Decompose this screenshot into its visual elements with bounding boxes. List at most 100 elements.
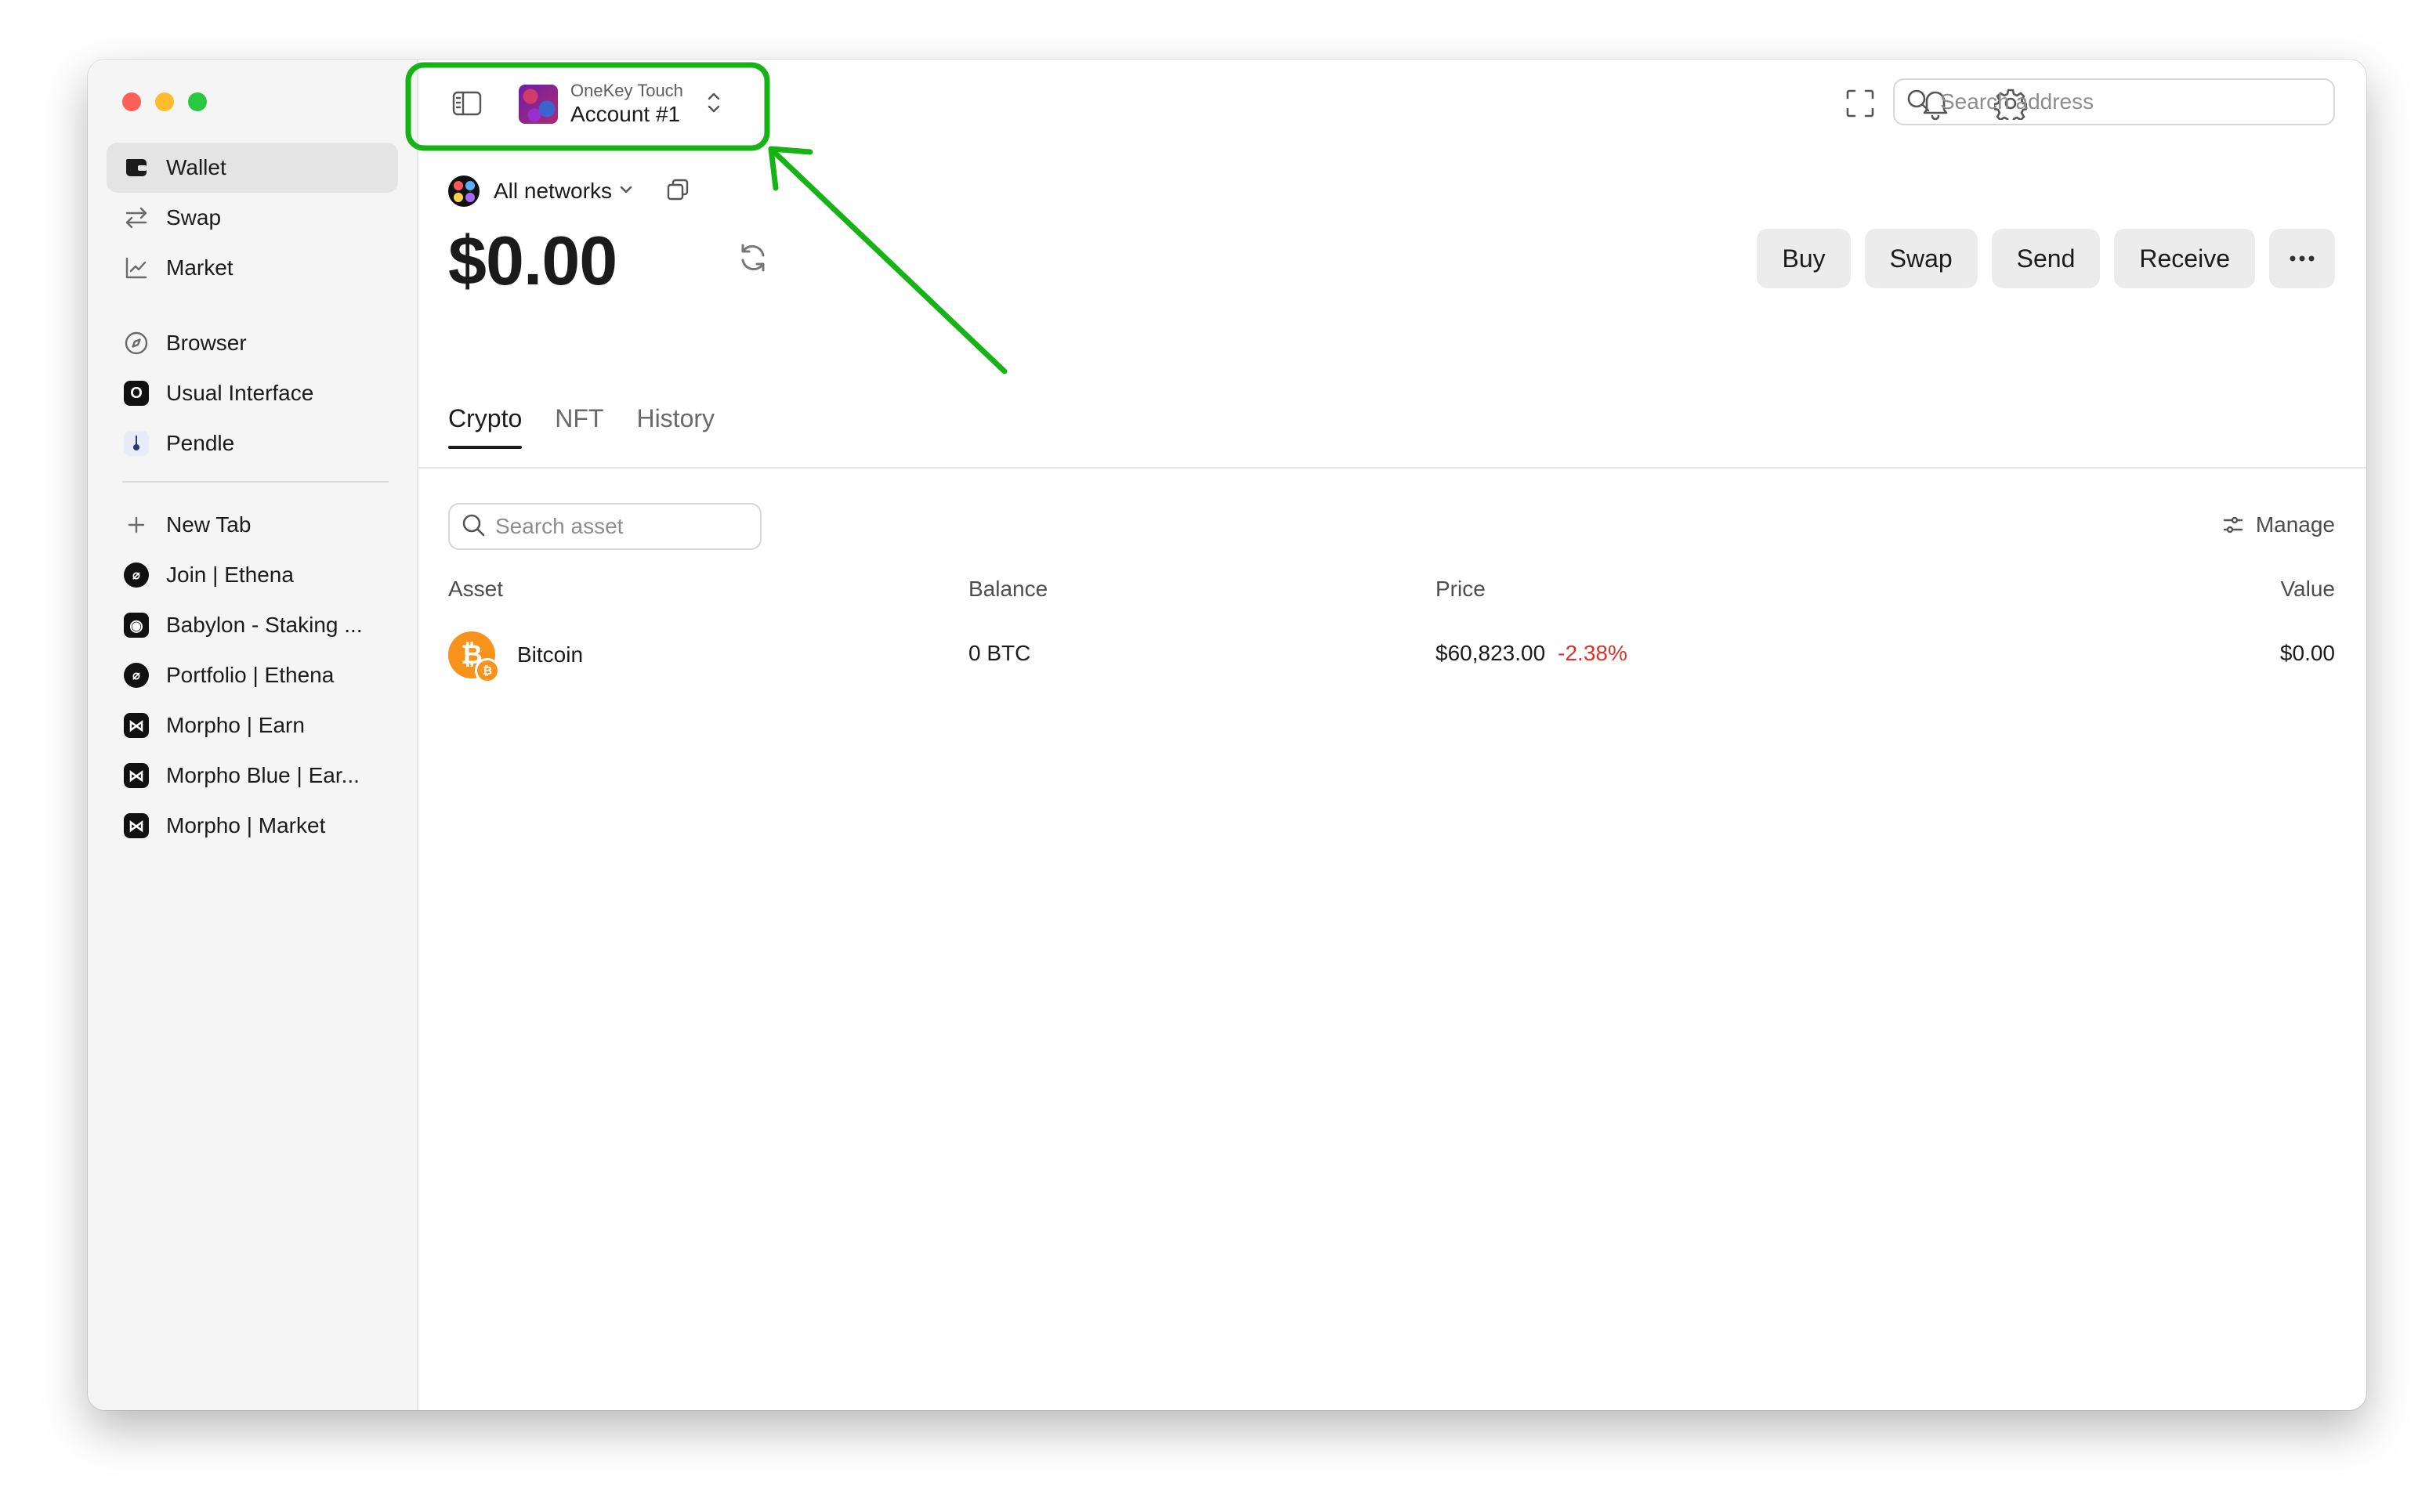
compass-icon bbox=[122, 329, 150, 357]
main-content: OneKey Touch Account #1 Search address A… bbox=[417, 60, 2366, 1410]
tab-nft[interactable]: NFT bbox=[555, 404, 603, 449]
minimize-window-button[interactable] bbox=[155, 92, 174, 111]
refresh-icon[interactable] bbox=[737, 241, 769, 278]
more-button[interactable] bbox=[2269, 229, 2335, 288]
sidebar-toggle-icon[interactable] bbox=[450, 86, 484, 121]
sidebar-item-morpho-market[interactable]: ⋈ Morpho | Market bbox=[107, 801, 398, 851]
buy-button[interactable]: Buy bbox=[1757, 229, 1851, 288]
search-address-placeholder: Search address bbox=[1940, 89, 2094, 114]
search-address-input[interactable]: Search address bbox=[1893, 78, 2335, 125]
asset-balance: 0 BTC bbox=[968, 641, 1031, 665]
sidebar-divider bbox=[122, 481, 389, 483]
wallet-actions: Buy Swap Send Receive bbox=[1757, 229, 2335, 288]
asset-price: $60,823.00 bbox=[1435, 641, 1546, 665]
sidebar-item-babylon-staking[interactable]: ◉ Babylon - Staking ... bbox=[107, 600, 398, 650]
sidebar-item-label: Usual Interface bbox=[166, 381, 314, 405]
wallet-icon bbox=[122, 154, 150, 182]
sidebar-item-label: Morpho Blue | Ear... bbox=[166, 763, 360, 787]
column-header-value: Value bbox=[2280, 577, 2335, 601]
usual-favicon: O bbox=[122, 379, 150, 407]
swap-icon bbox=[122, 204, 150, 232]
zoom-window-button[interactable] bbox=[188, 92, 207, 111]
close-window-button[interactable] bbox=[122, 92, 141, 111]
sidebar-item-label: Pendle bbox=[166, 431, 235, 455]
sidebar-item-label: Babylon - Staking ... bbox=[166, 613, 363, 637]
sidebar-item-swap[interactable]: Swap bbox=[107, 193, 398, 243]
market-chart-icon bbox=[122, 254, 150, 282]
column-header-balance: Balance bbox=[968, 577, 1048, 601]
tabs-divider bbox=[417, 467, 2366, 468]
asset-value: $0.00 bbox=[2279, 641, 2335, 665]
asset-name: Bitcoin bbox=[517, 642, 584, 667]
chevron-down-icon[interactable] bbox=[618, 182, 634, 201]
app-window: Wallet Swap Market Browser O Usual Inter… bbox=[88, 60, 2366, 1410]
network-row: All networks bbox=[448, 175, 690, 207]
tab-crypto[interactable]: Crypto bbox=[448, 404, 523, 449]
column-header-price: Price bbox=[1435, 577, 1486, 601]
morpho-favicon: ⋈ bbox=[122, 711, 150, 740]
babylon-favicon: ◉ bbox=[122, 611, 150, 639]
asset-table-header: Asset Balance Price Value bbox=[448, 577, 2335, 608]
column-header-asset: Asset bbox=[448, 577, 504, 601]
table-row[interactable]: ₿ ₿ Bitcoin 0 BTC $60,823.00 -2.38% $0.00 bbox=[448, 627, 2335, 683]
receive-button[interactable]: Receive bbox=[2114, 229, 2255, 288]
sidebar-item-pendle[interactable]: Pendle bbox=[107, 418, 398, 468]
morpho-favicon: ⋈ bbox=[122, 812, 150, 840]
pendle-favicon bbox=[122, 429, 150, 458]
search-icon bbox=[461, 512, 486, 541]
sidebar-nav: Wallet Swap Market Browser O Usual Inter… bbox=[107, 143, 398, 851]
plus-icon bbox=[122, 511, 150, 539]
account-selector[interactable]: OneKey Touch Account #1 bbox=[519, 78, 722, 130]
sidebar-item-label: Wallet bbox=[166, 155, 226, 179]
sidebar-item-label: Swap bbox=[166, 205, 222, 230]
account-avatar bbox=[519, 85, 558, 124]
top-bar: OneKey Touch Account #1 Search address bbox=[417, 60, 2366, 146]
manage-button[interactable]: Manage bbox=[2221, 512, 2335, 537]
sidebar-item-browser[interactable]: Browser bbox=[107, 318, 398, 368]
sidebar-item-label: Morpho | Earn bbox=[166, 713, 305, 737]
sidebar: Wallet Swap Market Browser O Usual Inter… bbox=[88, 60, 418, 1410]
window-controls bbox=[122, 92, 207, 111]
sidebar-item-label: New Tab bbox=[166, 512, 252, 537]
sidebar-item-label: Market bbox=[166, 255, 233, 280]
sidebar-item-label: Portfolio | Ethena bbox=[166, 663, 335, 687]
send-button[interactable]: Send bbox=[1991, 229, 2101, 288]
network-selector[interactable]: All networks bbox=[494, 179, 612, 204]
sidebar-item-usual-interface[interactable]: O Usual Interface bbox=[107, 368, 398, 418]
morpho-favicon: ⋈ bbox=[122, 761, 150, 790]
manage-label: Manage bbox=[2255, 512, 2335, 537]
chevron-up-down-icon bbox=[705, 89, 722, 120]
search-asset-input[interactable]: Search asset bbox=[448, 503, 762, 550]
asset-cell: ₿ ₿ Bitcoin bbox=[448, 631, 584, 683]
sidebar-item-new-tab[interactable]: New Tab bbox=[107, 500, 398, 550]
search-asset-placeholder: Search asset bbox=[495, 514, 624, 538]
search-icon bbox=[1906, 88, 1931, 117]
sidebar-item-label: Morpho | Market bbox=[166, 813, 326, 837]
copy-address-icon[interactable] bbox=[665, 177, 690, 206]
sidebar-item-morpho-blue-earn[interactable]: ⋈ Morpho Blue | Ear... bbox=[107, 751, 398, 801]
device-name: OneKey Touch bbox=[570, 81, 683, 100]
sidebar-item-portfolio-ethena[interactable]: ⌀ Portfolio | Ethena bbox=[107, 650, 398, 700]
content-tabs: Crypto NFT History bbox=[448, 404, 715, 449]
swap-button[interactable]: Swap bbox=[1864, 229, 1978, 288]
all-networks-icon bbox=[448, 175, 480, 207]
ethena-favicon: ⌀ bbox=[122, 661, 150, 689]
sidebar-item-wallet[interactable]: Wallet bbox=[107, 143, 398, 193]
tab-history[interactable]: History bbox=[636, 404, 715, 449]
sidebar-item-morpho-earn[interactable]: ⋈ Morpho | Earn bbox=[107, 700, 398, 751]
price-change: -2.38% bbox=[1558, 641, 1627, 665]
account-name: Account #1 bbox=[570, 102, 681, 126]
sidebar-item-join-ethena[interactable]: ⌀ Join | Ethena bbox=[107, 550, 398, 600]
bitcoin-chain-icon: ₿ bbox=[475, 658, 500, 683]
sidebar-item-market[interactable]: Market bbox=[107, 243, 398, 293]
expand-icon[interactable] bbox=[1841, 83, 1879, 124]
total-balance: $0.00 bbox=[448, 222, 617, 299]
sidebar-item-label: Browser bbox=[166, 331, 247, 355]
bitcoin-icon: ₿ ₿ bbox=[448, 631, 500, 683]
sidebar-item-label: Join | Ethena bbox=[166, 562, 294, 587]
account-text: OneKey Touch Account #1 bbox=[570, 81, 683, 128]
ethena-favicon: ⌀ bbox=[122, 561, 150, 589]
asset-price-cell: $60,823.00 -2.38% bbox=[1435, 641, 1627, 666]
sliders-icon bbox=[2223, 516, 2243, 534]
more-dots-icon bbox=[2290, 255, 2315, 262]
